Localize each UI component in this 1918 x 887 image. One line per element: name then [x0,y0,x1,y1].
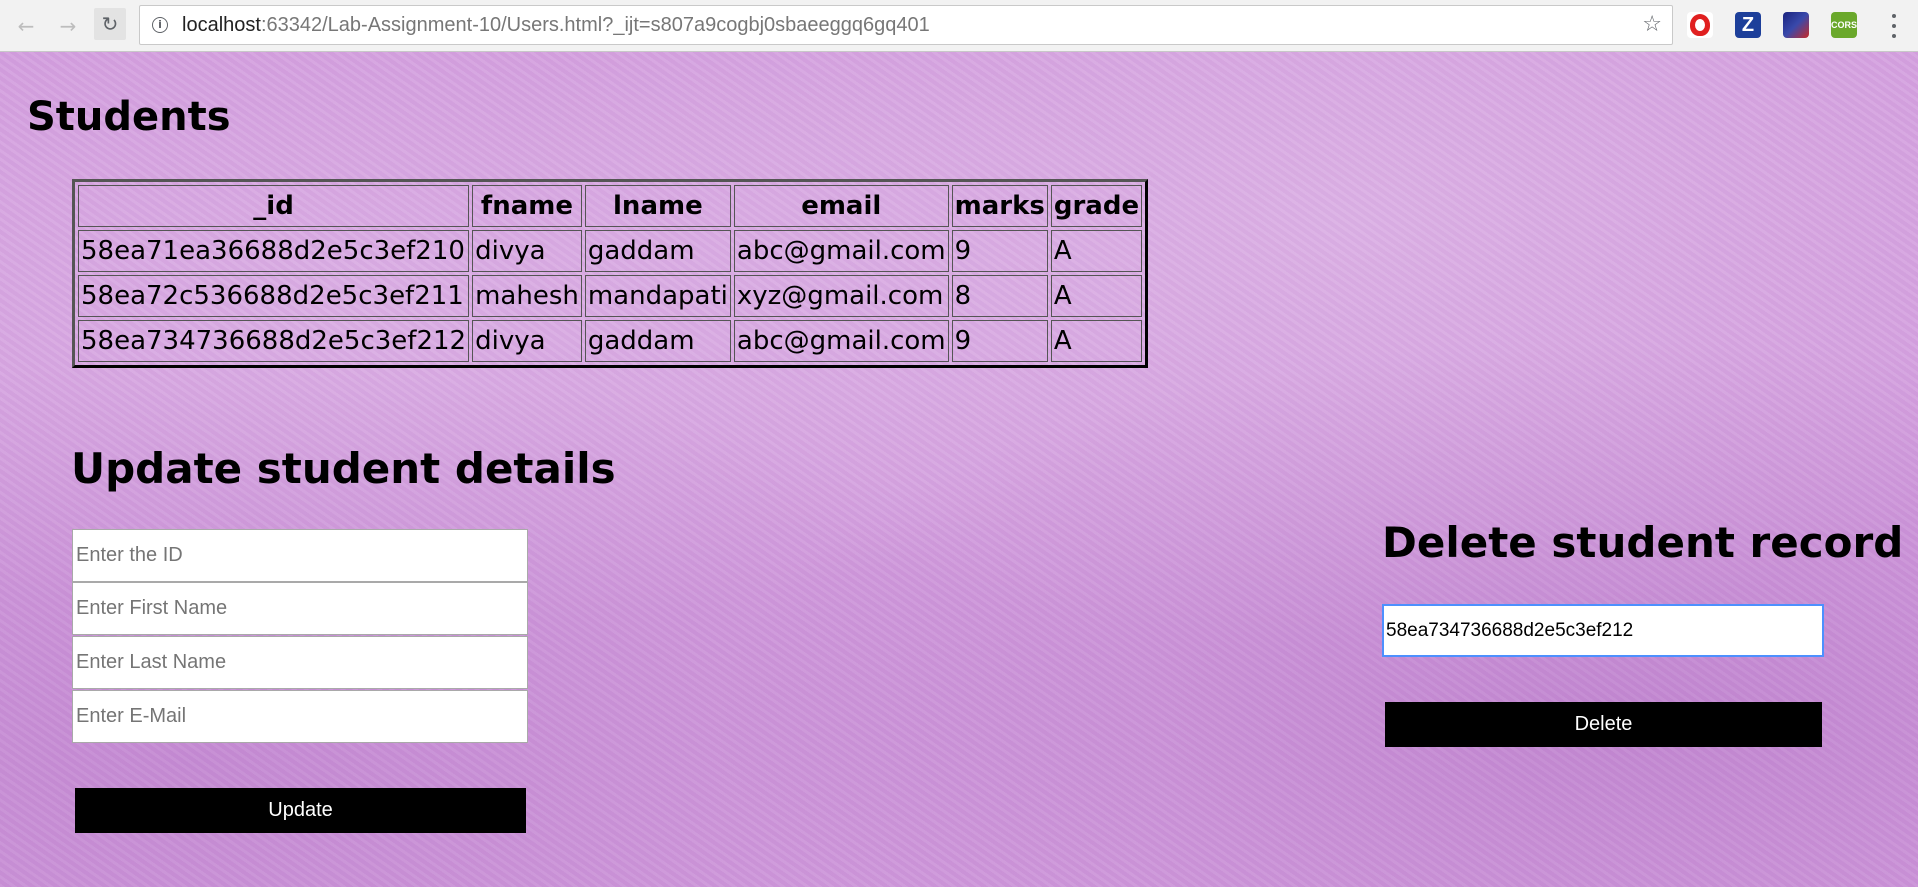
last-name-input[interactable] [72,636,528,689]
cell-marks: 9 [951,320,1048,362]
page-content: Students _id fname lname email marks gra… [0,52,1918,887]
url-path: :63342/Lab-Assignment-10/Users.html?_ijt… [260,14,930,36]
address-bar[interactable]: i localhost:63342/Lab-Assignment-10/User… [139,5,1673,45]
cell-email: abc@gmail.com [733,320,949,362]
column-header-marks: marks [951,185,1048,227]
bookmark-star-icon[interactable]: ☆ [1642,12,1662,37]
cors-icon[interactable]: CORS [1831,12,1857,38]
table-header-row: _id fname lname email marks grade [78,185,1143,227]
column-header-grade: grade [1050,185,1143,227]
reload-icon[interactable]: ↻ [94,8,126,40]
cell-id: 58ea71ea36688d2e5c3ef210 [78,230,470,272]
browser-menu-icon[interactable] [1892,14,1896,38]
table-row: 58ea71ea36688d2e5c3ef210 divya gaddam ab… [78,230,1143,272]
cell-lname: gaddam [584,320,731,362]
delete-id-input[interactable] [1382,604,1824,657]
cell-email: abc@gmail.com [733,230,949,272]
cell-grade: A [1050,320,1143,362]
update-button[interactable]: Update [75,788,526,833]
cell-lname: mandapati [584,275,731,317]
cell-fname: mahesh [472,275,582,317]
update-section-title: Update student details [71,444,616,493]
cell-email: xyz@gmail.com [733,275,949,317]
extension-icon[interactable] [1783,12,1809,38]
adblock-icon[interactable] [1687,12,1713,38]
cell-id: 58ea734736688d2e5c3ef212 [78,320,470,362]
column-header-lname: lname [584,185,731,227]
column-header-email: email [733,185,949,227]
cell-lname: gaddam [584,230,731,272]
column-header-id: _id [78,185,470,227]
column-header-fname: fname [472,185,582,227]
cell-marks: 9 [951,230,1048,272]
url-text[interactable]: localhost:63342/Lab-Assignment-10/Users.… [182,14,930,37]
page-title: Students [27,94,231,140]
forward-arrow-icon[interactable]: → [54,12,82,40]
email-input[interactable] [72,690,528,743]
cell-fname: divya [472,230,582,272]
id-input[interactable] [72,529,528,582]
delete-button[interactable]: Delete [1385,702,1822,747]
delete-section-title: Delete student record [1382,518,1904,567]
first-name-input[interactable] [72,582,528,635]
cell-grade: A [1050,230,1143,272]
browser-toolbar: ← → ↻ i localhost:63342/Lab-Assignment-1… [0,0,1918,52]
back-arrow-icon[interactable]: ← [12,12,40,40]
cell-marks: 8 [951,275,1048,317]
cell-fname: divya [472,320,582,362]
info-icon[interactable]: i [152,17,168,33]
cell-grade: A [1050,275,1143,317]
table-row: 58ea734736688d2e5c3ef212 divya gaddam ab… [78,320,1143,362]
url-host: localhost [182,14,261,36]
cell-id: 58ea72c536688d2e5c3ef211 [78,275,470,317]
students-table: _id fname lname email marks grade 58ea71… [72,179,1149,368]
table-row: 58ea72c536688d2e5c3ef211 mahesh mandapat… [78,275,1143,317]
zotero-icon[interactable]: Z [1735,12,1761,38]
